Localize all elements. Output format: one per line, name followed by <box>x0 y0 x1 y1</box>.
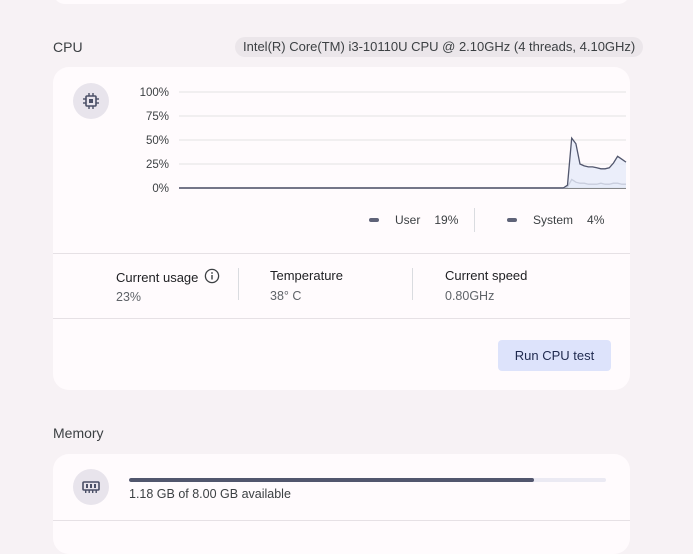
chart-y-tick-label: 50% <box>146 135 169 147</box>
legend-system-swatch <box>507 218 517 222</box>
chart-y-tick-label: 0% <box>152 183 169 195</box>
chart-area-system <box>179 179 626 188</box>
chart-line-system <box>179 178 626 189</box>
chart-area-user <box>179 138 626 188</box>
legend-user-label: User <box>395 213 421 227</box>
cpu-card: 100% 75% 50% 25% 0% User 19% System 4% Curre… <box>53 67 630 390</box>
legend-user: User 19% <box>369 213 458 227</box>
chart-line-user <box>179 136 627 189</box>
metric-divider <box>238 268 239 300</box>
divider <box>53 520 630 521</box>
temperature-label: Temperature <box>270 268 343 283</box>
legend-user-swatch <box>369 218 379 222</box>
cpu-usage-chart: 100% 75% 50% 25% 0% <box>140 87 627 195</box>
legend-system-label: System <box>533 213 574 227</box>
memory-section-title: Memory <box>53 425 104 441</box>
memory-icon <box>73 469 109 505</box>
legend-system-value: 4% <box>587 213 605 227</box>
current-usage-value: 23% <box>116 290 142 304</box>
current-speed-label: Current speed <box>445 268 528 283</box>
current-usage-text: Current usage <box>116 270 199 285</box>
memory-available-text: 1.18 GB of 8.00 GB available <box>129 487 291 501</box>
info-icon[interactable] <box>204 268 220 287</box>
legend-system: System 4% <box>507 213 604 227</box>
cpu-section-title: CPU <box>53 39 83 55</box>
run-cpu-test-button[interactable]: Run CPU test <box>498 340 611 371</box>
metric-divider <box>412 268 413 300</box>
chart-y-tick-label: 100% <box>140 87 169 99</box>
divider <box>53 318 630 319</box>
temperature-value: 38° C <box>270 289 302 303</box>
cpu-model-chip: Intel(R) Core(TM) i3-10110U CPU @ 2.10GH… <box>235 37 644 57</box>
memory-usage-bar <box>129 478 606 482</box>
memory-card: 1.18 GB of 8.00 GB available <box>53 454 630 554</box>
current-speed-value: 0.80GHz <box>445 289 495 303</box>
current-usage-label: Current usage <box>116 268 220 287</box>
legend-divider <box>474 208 475 232</box>
divider <box>53 253 630 254</box>
chart-y-tick-label: 25% <box>146 159 169 171</box>
previous-card <box>53 0 630 4</box>
legend-user-value: 19% <box>434 213 459 227</box>
chart-y-tick-label: 75% <box>146 111 169 123</box>
memory-usage-fill <box>129 478 535 482</box>
